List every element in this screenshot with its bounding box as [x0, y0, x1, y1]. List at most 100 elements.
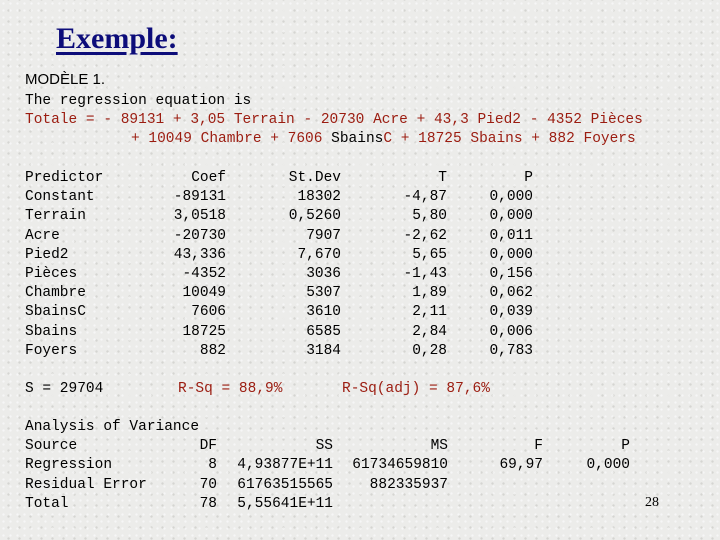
stdev-column: St.Dev 18302 0,5260 7907 7,670 3036 5307 3610 65…: [250, 169, 341, 361]
column-header: St.Dev: [288, 170, 341, 186]
column-header: T: [438, 170, 447, 186]
table-cell: 1,89: [412, 285, 447, 302]
table-cell: 0,783: [489, 342, 533, 359]
table-cell: Constant: [25, 189, 95, 206]
column-header: Source: [25, 438, 78, 455]
table-cell: 6585: [306, 323, 341, 340]
table-cell: 7606: [191, 304, 226, 321]
table-cell: Sbains: [25, 323, 78, 340]
table-cell: [570, 476, 630, 495]
table-cell: -1,43: [403, 265, 447, 282]
table-cell: [480, 476, 543, 495]
table-cell: 61734659810: [352, 457, 448, 474]
table-cell: 7907: [306, 227, 341, 244]
equation-segment: + 10049 Chambre + 7606: [131, 131, 332, 147]
column-header: P: [524, 170, 533, 186]
table-cell: [570, 495, 630, 514]
equation-segment: Totale = - 89131 + 3,05 Terrain -: [25, 112, 321, 128]
table-cell: Terrain: [25, 208, 86, 225]
table-cell: -4352: [182, 265, 226, 282]
column-header: DF: [199, 438, 217, 455]
table-cell: 8: [208, 457, 217, 474]
column-header: MS: [430, 438, 448, 455]
table-cell: 3,0518: [173, 208, 226, 225]
table-cell: 5307: [306, 285, 341, 302]
table-cell: SbainsC: [25, 304, 86, 321]
table-cell: 18302: [297, 189, 341, 206]
page-number: 28: [645, 495, 659, 510]
table-cell: 0,039: [489, 304, 533, 321]
table-cell: Total: [25, 495, 69, 512]
anova-ss-column: SS 4,93877E+11 61763515565 5,55641E+11: [222, 418, 333, 514]
table-cell: 78: [199, 495, 217, 512]
equation-line-2: + 10049 Chambre + 7606 SbainsC + 18725 S…: [131, 130, 636, 149]
table-cell: 43,336: [173, 246, 226, 263]
r-sq: R-Sq = 88,9%: [178, 381, 283, 397]
equation-segment: 20730 Acre + 43,3 Pied2 - 4352 Pièces: [320, 112, 643, 128]
table-cell: 0,000: [586, 457, 630, 474]
table-cell: -4,87: [403, 189, 447, 206]
anova-heading: Analysis of Variance: [25, 419, 200, 435]
table-cell: 0,000: [489, 208, 533, 225]
table-cell: 0,000: [489, 246, 533, 263]
table-cell: 69,97: [499, 457, 543, 474]
table-cell: Pièces: [25, 265, 78, 282]
table-cell: 5,80: [412, 208, 447, 225]
anova-p-column: P 0,000: [570, 418, 630, 514]
table-cell: Pied2: [25, 246, 69, 263]
equation-segment: C + 18725 Sbains + 882 Foyers: [383, 131, 636, 147]
table-cell: 5,55641E+11: [237, 495, 333, 512]
table-cell: 3036: [306, 265, 341, 282]
table-cell: 882335937: [369, 476, 448, 493]
column-header: Coef: [191, 170, 226, 186]
table-cell: 5,65: [412, 246, 447, 263]
equation-line-1: Totale = - 89131 + 3,05 Terrain - 20730 …: [25, 111, 643, 130]
table-cell: 0,011: [489, 227, 533, 244]
table-cell: 0,062: [489, 285, 533, 302]
table-cell: [338, 495, 448, 514]
table-cell: 0,000: [489, 189, 533, 206]
table-cell: Acre: [25, 227, 60, 244]
anova-df-column: DF 8 70 78: [180, 418, 217, 514]
coef-column: Coef -89131 3,0518 -20730 43,336 -4352 10049 76…: [150, 169, 226, 361]
table-cell: 18725: [182, 323, 226, 340]
table-cell: 10049: [182, 285, 226, 302]
table-cell: 2,84: [412, 323, 447, 340]
table-cell: 7,670: [297, 246, 341, 263]
table-cell: 0,156: [489, 265, 533, 282]
predictor-column: Predictor Constant Terrain Acre Pied2 Pièces C…: [25, 169, 103, 361]
r-sq-adj: R-Sq(adj) = 87,6%: [342, 381, 490, 397]
slide-title: Exemple:: [56, 22, 178, 55]
table-cell: Residual Error: [25, 476, 147, 493]
table-cell: Regression: [25, 457, 113, 474]
table-cell: 61763515565: [237, 476, 333, 493]
anova-ms-column: MS 61734659810 882335937: [338, 418, 448, 514]
table-cell: 0,5260: [288, 208, 341, 225]
column-header: Predictor: [25, 170, 104, 186]
column-header: P: [621, 438, 630, 455]
column-header: SS: [315, 438, 333, 455]
table-cell: 0,28: [412, 342, 447, 359]
equation-segment: Sbains: [331, 131, 384, 147]
table-cell: 4,93877E+11: [237, 457, 333, 474]
table-cell: [480, 495, 543, 514]
table-cell: 70: [199, 476, 217, 493]
table-cell: 2,11: [412, 304, 447, 321]
equation-intro: The regression equation is: [25, 93, 252, 109]
table-cell: 3610: [306, 304, 341, 321]
table-cell: Chambre: [25, 285, 86, 302]
table-cell: 882: [199, 342, 226, 359]
table-cell: -89131: [173, 189, 226, 206]
model-label: MODÈLE 1.: [25, 71, 106, 88]
table-cell: 0,006: [489, 323, 533, 340]
anova-f-column: F 69,97: [480, 418, 543, 514]
table-cell: 3184: [306, 342, 341, 359]
anova-source-column: Analysis of Variance Source Regression Resi…: [25, 418, 199, 514]
table-cell: Foyers: [25, 342, 78, 359]
column-header: F: [534, 438, 543, 455]
